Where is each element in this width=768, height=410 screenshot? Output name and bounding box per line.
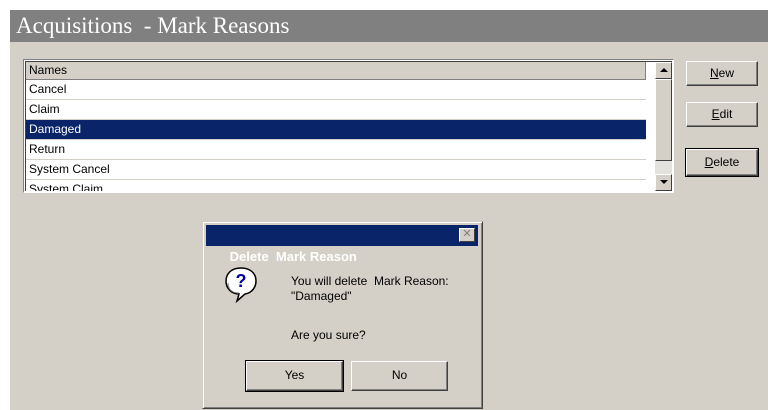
svg-text:?: ? [236, 271, 247, 291]
close-icon[interactable]: ✕ [459, 228, 475, 242]
column-header-names[interactable]: Names [26, 62, 646, 80]
delete-mnemonic: D [704, 155, 714, 169]
scroll-thumb[interactable] [655, 79, 672, 161]
dialog-title-text: Delete Mark Reason [229, 249, 357, 264]
confirm-question: Are you sure? [291, 328, 366, 342]
list-item[interactable]: Return [26, 140, 646, 160]
dialog-message: You will delete Mark Reason: "Damaged" [291, 274, 476, 304]
delete-label: elete [713, 155, 740, 169]
delete-button[interactable]: Delete [685, 148, 759, 177]
arrow-down-icon [660, 180, 668, 184]
list-item-selected[interactable]: Damaged [26, 120, 646, 140]
list-item[interactable]: System Cancel [26, 160, 646, 180]
names-listbox[interactable]: Names Cancel Claim Damaged Return System… [23, 59, 674, 193]
edit-button[interactable]: Edit [686, 102, 758, 127]
list-item[interactable]: System Claim [26, 180, 646, 191]
edit-mnemonic: E [711, 107, 720, 121]
dialog-title: Delete Mark Reason ✕ [206, 225, 478, 264]
message-line-1: You will delete Mark Reason: [291, 274, 449, 288]
list-item[interactable]: Claim [26, 100, 646, 120]
no-button[interactable]: No [351, 361, 448, 391]
question-icon: ? [225, 267, 257, 304]
main-window: Acquisitions - Mark Reasons Names Cancel… [10, 10, 768, 410]
arrow-up-icon [660, 68, 668, 72]
new-mnemonic: N [709, 66, 719, 80]
delete-confirm-dialog: Delete Mark Reason ✕ ? You will delete M… [202, 221, 483, 409]
window-title: Acquisitions - Mark Reasons [10, 10, 768, 42]
vertical-scrollbar[interactable] [655, 62, 672, 191]
list-rows: Cancel Claim Damaged Return System Cance… [26, 80, 646, 191]
new-button[interactable]: New [686, 61, 758, 86]
list-item[interactable]: Cancel [26, 80, 646, 100]
yes-button[interactable]: Yes [245, 360, 344, 392]
listbox-content: Names Cancel Claim Damaged Return System… [25, 61, 672, 191]
scroll-down-button[interactable] [655, 174, 672, 191]
new-label: ew [718, 66, 734, 80]
message-line-2: "Damaged" [291, 289, 352, 303]
edit-label: dit [719, 107, 733, 121]
scroll-up-button[interactable] [655, 62, 672, 79]
